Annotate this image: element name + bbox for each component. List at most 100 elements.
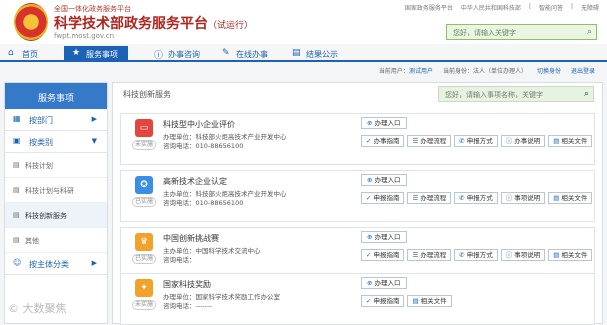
start-button[interactable]: ⊕ 办理入口 bbox=[361, 277, 408, 289]
top-link[interactable]: 智能问答 bbox=[539, 3, 563, 12]
description-button[interactable]: ⓘ 事项说明 bbox=[500, 249, 546, 261]
method-button[interactable]: ✆ 申报方式 bbox=[454, 135, 498, 147]
start-button[interactable]: ⊕ 办理入口 bbox=[361, 231, 408, 243]
main-panel: 科技创新服务 您好，请输入事项名称，关键字 ⌕ ▭ 未实施 科技型中小企业评价 … bbox=[112, 82, 603, 325]
process-button[interactable]: ☰ 办理流程 bbox=[407, 249, 452, 261]
files-button[interactable]: ▤ 相关文件 bbox=[548, 192, 593, 204]
service-name[interactable]: 科技型中小企业评价 bbox=[163, 119, 235, 130]
description-button[interactable]: ⓘ 事项说明 bbox=[500, 192, 546, 204]
portal-url: fwpt.most.gov.cn bbox=[54, 32, 115, 40]
method-button[interactable]: ✆ 申报方式 bbox=[454, 249, 498, 261]
header-bar: 全国一体化政务服务平台 科学技术部政务服务平台（试运行） fwpt.most.g… bbox=[0, 0, 607, 44]
check-icon: ✓ bbox=[366, 194, 372, 202]
file-icon: ▤ bbox=[412, 297, 419, 305]
item-search-input[interactable]: 您好，请输入事项名称，关键字 ⌕ bbox=[438, 86, 594, 102]
list-icon: ▤ bbox=[292, 48, 301, 58]
sidebar-sub-item[interactable]: ▤ 其他 bbox=[5, 228, 107, 253]
watermark: © 大数聚焦 bbox=[8, 302, 67, 315]
nav-online[interactable]: ✎ 在线办事 bbox=[214, 46, 278, 62]
guide-button[interactable]: ✓ 申报指南 bbox=[361, 192, 405, 204]
info-icon: ⓘ bbox=[505, 137, 513, 145]
header-search-input[interactable]: 您好，请输入关键字 ⌕ bbox=[446, 24, 597, 40]
current-identity: 当前身份：法人（单位办理人） bbox=[442, 68, 527, 75]
start-button[interactable]: ⊕ 办理入口 bbox=[361, 174, 408, 186]
start-button[interactable]: ⊕ 办理入口 bbox=[361, 117, 408, 129]
grid-icon: ▣ bbox=[13, 136, 21, 145]
method-button[interactable]: ✆ 申报方式 bbox=[454, 192, 498, 204]
monitor-icon: ▭ bbox=[135, 119, 153, 137]
nav-home[interactable]: ⌂ 首页 bbox=[0, 46, 48, 62]
doc-icon: ▤ bbox=[13, 161, 20, 169]
main-nav: ⌂ 首页 ★ 服务事项 ⓘ 办事咨询 ✎ 在线办事 ▤ 结果公示 bbox=[0, 46, 607, 62]
check-icon: ✓ bbox=[366, 251, 372, 259]
search-icon[interactable]: ⌕ bbox=[584, 89, 589, 99]
edit-icon: ✎ bbox=[222, 48, 230, 58]
national-emblem-logo bbox=[14, 3, 48, 41]
sidebar-header: 服务事项 bbox=[5, 83, 107, 109]
process-button[interactable]: ☰ 办理流程 bbox=[407, 135, 452, 147]
info-icon: ⓘ bbox=[154, 51, 164, 61]
separator: | bbox=[528, 3, 531, 10]
switch-identity-link[interactable]: 切换身份 bbox=[537, 66, 561, 75]
sidebar-item-by-department[interactable]: ▦ 按部门 ▶ bbox=[5, 109, 107, 131]
chevron-right-icon: ▶ bbox=[91, 259, 97, 267]
separator: | bbox=[570, 3, 573, 10]
sidebar-item-by-subject[interactable]: ☺ 按主体分类 ▶ bbox=[5, 253, 107, 275]
section-title: 科技创新服务 bbox=[123, 90, 171, 99]
doc-icon: ▤ bbox=[13, 236, 20, 244]
flow-icon: ☰ bbox=[412, 137, 419, 145]
current-user: 当前用户：测试用户 bbox=[378, 68, 433, 75]
trial-label: （试运行） bbox=[208, 21, 254, 31]
trophy-icon: ♛ bbox=[135, 233, 153, 251]
top-link[interactable]: 国家政务服务平台 bbox=[405, 3, 453, 12]
description-button[interactable]: ⓘ 办事说明 bbox=[500, 135, 546, 147]
service-name[interactable]: 国家科技奖励 bbox=[163, 279, 211, 290]
medal-icon: ✦ bbox=[135, 279, 153, 297]
flow-icon: ☰ bbox=[412, 251, 419, 259]
sidebar-item-by-category[interactable]: ▣ 按类别 ▼ bbox=[5, 131, 107, 153]
files-button[interactable]: ▤ 相关文件 bbox=[548, 249, 593, 261]
service-name[interactable]: 中国创新挑战赛 bbox=[163, 233, 219, 244]
status-badge: 已实施 bbox=[132, 197, 156, 207]
action-buttons: ✓ 申报指南 ☰ 办理流程 ✆ 申报方式 ⓘ 事项说明 ▤ 相关文件 bbox=[361, 249, 593, 261]
top-link[interactable]: 无障碍 bbox=[581, 3, 599, 12]
check-icon: ✓ bbox=[366, 297, 372, 305]
nav-consult[interactable]: ⓘ 办事咨询 bbox=[146, 46, 210, 62]
guide-button[interactable]: ✓ 申报指南 bbox=[361, 249, 405, 261]
guide-button[interactable]: ✓ 申报指南 bbox=[361, 295, 405, 307]
sidebar-sub-item[interactable]: ▤ 科技计划与科研 bbox=[5, 178, 107, 203]
plus-icon: ⊕ bbox=[367, 119, 373, 127]
flow-icon: ☰ bbox=[412, 194, 419, 202]
file-icon: ▤ bbox=[553, 194, 560, 202]
service-card: ✦ 未实施 国家科技奖励 办理单位：国家科学技术奖励工作办公室 咨询电话：---… bbox=[120, 273, 595, 325]
sidebar-sub-item-active[interactable]: ▤ 科技创新服务 bbox=[5, 203, 107, 228]
guide-button[interactable]: ✓ 办事指南 bbox=[361, 135, 405, 147]
service-phone: 咨询电话：------- bbox=[163, 302, 212, 310]
service-phone: 咨询电话：010-88656100 bbox=[163, 142, 244, 150]
action-buttons: ✓ 办事指南 ☰ 办理流程 ✆ 申报方式 ⓘ 办事说明 ▤ 相关文件 bbox=[361, 135, 593, 147]
home-icon: ⌂ bbox=[8, 48, 14, 58]
chevron-right-icon: ▶ bbox=[91, 115, 97, 123]
nav-service-items[interactable]: ★ 服务事项 bbox=[64, 46, 128, 62]
check-icon: ✓ bbox=[366, 137, 372, 145]
status-badge: 未实施 bbox=[132, 140, 156, 150]
plus-icon: ⊕ bbox=[367, 233, 373, 241]
people-icon: ☺ bbox=[13, 258, 22, 267]
files-button[interactable]: ▤ 相关文件 bbox=[407, 295, 452, 307]
search-placeholder: 您好，请输入事项名称，关键字 bbox=[445, 91, 543, 99]
info-icon: ⓘ bbox=[505, 194, 513, 202]
process-button[interactable]: ☰ 办理流程 bbox=[407, 192, 452, 204]
files-button[interactable]: ▤ 相关文件 bbox=[548, 135, 593, 147]
nav-results[interactable]: ▤ 结果公示 bbox=[284, 46, 348, 62]
search-icon[interactable]: ⌕ bbox=[587, 27, 592, 37]
phone-icon: ✆ bbox=[459, 137, 465, 145]
user-bar: 当前用户：测试用户 当前身份：法人（单位办理人） 切换身份 退出登录 bbox=[379, 66, 595, 75]
file-icon: ▤ bbox=[553, 251, 560, 259]
sidebar-sub-item[interactable]: ▤ 科技计划 bbox=[5, 153, 107, 178]
info-icon: ⓘ bbox=[505, 251, 513, 259]
action-buttons: ✓ 申报指南 ☰ 办理流程 ✆ 申报方式 ⓘ 事项说明 ▤ 相关文件 bbox=[361, 192, 593, 204]
top-link[interactable]: 中华人民共和国科技部 bbox=[461, 3, 521, 12]
logout-link[interactable]: 退出登录 bbox=[571, 66, 595, 75]
building-icon: ▦ bbox=[13, 114, 21, 123]
service-name[interactable]: 高新技术企业认定 bbox=[163, 176, 227, 187]
